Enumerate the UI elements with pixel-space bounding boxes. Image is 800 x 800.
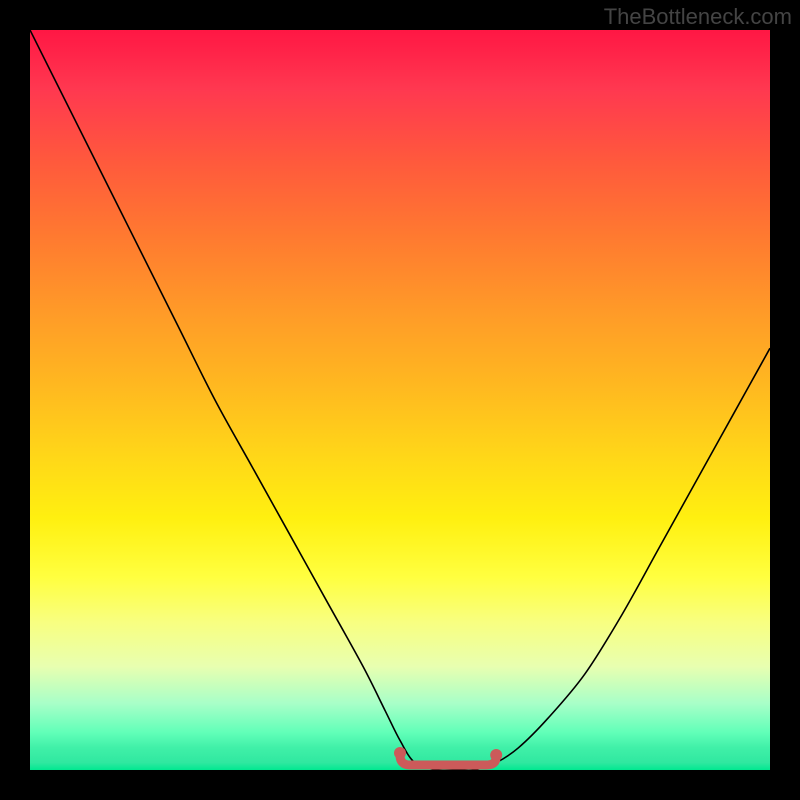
chart-container: TheBottleneck.com [0, 0, 800, 800]
trough-marker [400, 755, 496, 765]
bottleneck-curve [30, 30, 770, 770]
trough-dot-right [490, 749, 502, 761]
watermark-text: TheBottleneck.com [604, 4, 792, 30]
curve-layer [30, 30, 770, 770]
plot-area [30, 30, 770, 770]
trough-dot-left [394, 747, 406, 759]
